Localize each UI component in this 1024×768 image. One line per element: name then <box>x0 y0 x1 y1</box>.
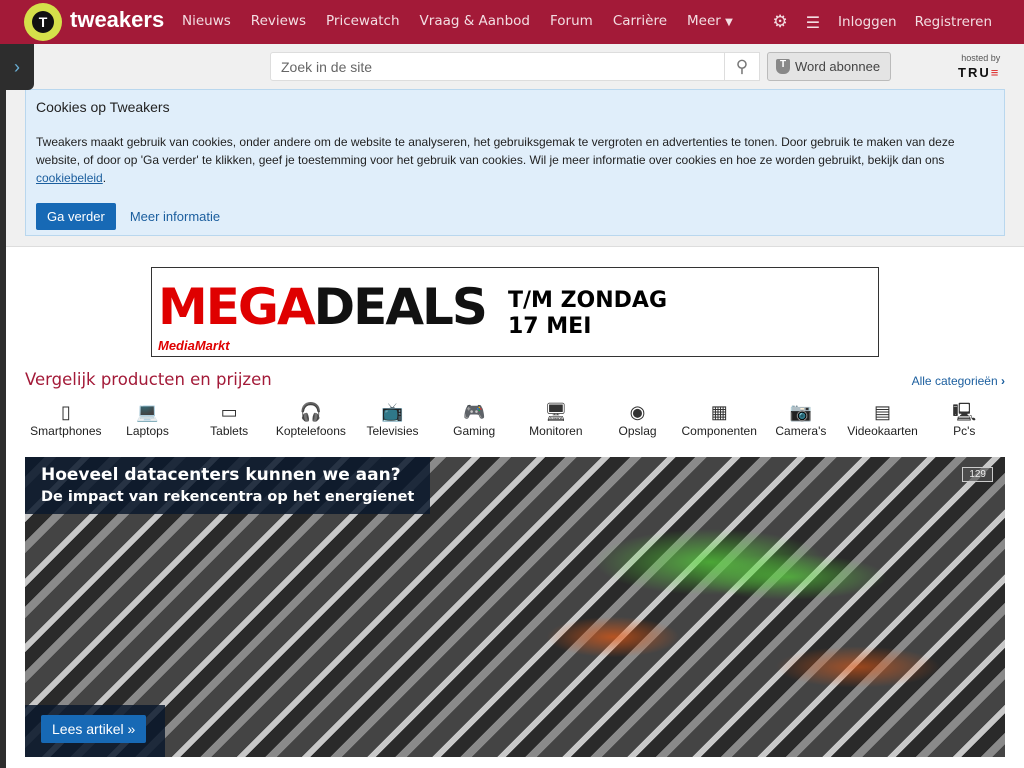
list-icon[interactable]: ☰ <box>806 13 820 32</box>
hosted-by-label: hosted by <box>961 53 1001 63</box>
category-label: Smartphones <box>30 424 102 438</box>
article-title[interactable]: Hoeveel datacenters kunnen we aan? <box>41 465 414 485</box>
comment-count-badge[interactable]: 129 <box>962 467 993 482</box>
logo-text: tweakers <box>70 7 165 32</box>
cookie-body: Tweakers maakt gebruik van cookies, onde… <box>36 135 955 167</box>
sidebar-toggle-chevron-icon[interactable]: › <box>0 44 34 90</box>
ad-line1: T/M ZONDAG <box>508 288 668 313</box>
category-icon: ▤ <box>874 402 892 422</box>
category-list: ▯ Smartphones 💻 Laptops ▭ Tablets 🎧 Koptelefoon… <box>25 400 1005 438</box>
category-label: Componenten <box>681 424 757 438</box>
mediamarkt-ad-banner[interactable]: MEGADEALS T/M ZONDAG 17 MEI MediaMarkt <box>151 267 879 357</box>
category-label: Camera's <box>775 424 827 438</box>
all-categories-link[interactable]: Alle categorieën › <box>912 374 1005 388</box>
read-box: Lees artikel » <box>25 705 165 757</box>
category-label: Opslag <box>618 424 657 438</box>
category-icon: 🖳 <box>952 402 977 422</box>
all-categories-label: Alle categorieën <box>911 374 998 388</box>
search-icon[interactable]: ⚲ <box>724 52 760 81</box>
category-label: Monitoren <box>529 424 583 438</box>
subscribe-button[interactable]: T Word abonnee <box>767 52 891 81</box>
subscribe-label: Word abonnee <box>795 59 881 74</box>
category-componenten[interactable]: ▦ Componenten <box>678 400 760 438</box>
cookie-title: Cookies op Tweakers <box>36 99 170 115</box>
compare-title: Vergelijk producten en prijzen <box>25 370 272 389</box>
category-label: Laptops <box>126 424 169 438</box>
accept-button[interactable]: Ga verder <box>36 203 116 230</box>
search-input[interactable]: Zoek in de site <box>270 52 725 81</box>
category-icon: 🖥 <box>544 402 568 422</box>
category-smartphones[interactable]: ▯ Smartphones <box>25 400 107 438</box>
category-icon: ▯ <box>60 402 71 422</box>
category-icon: 📷 <box>789 402 813 422</box>
category-label: Gaming <box>453 424 496 438</box>
chevron-down-icon: ▼ <box>725 17 733 28</box>
category-televisies[interactable]: 📺 Televisies <box>352 400 434 438</box>
category-icon: 🎮 <box>462 402 486 422</box>
nav-nieuws[interactable]: Nieuws <box>182 13 231 29</box>
category-icon: 🎧 <box>299 402 323 422</box>
category-label: Pc's <box>953 424 976 438</box>
top-navigation: T tweakers Nieuws Reviews Pricewatch Vra… <box>0 0 1024 44</box>
ad-line2: 17 MEI <box>508 314 592 339</box>
ad-mega: MEGA <box>158 278 316 336</box>
category-pcs[interactable]: 🖳 Pc's <box>923 400 1005 438</box>
category-icon: ▭ <box>220 402 238 422</box>
article-heading[interactable]: Hoeveel datacenters kunnen we aan? De im… <box>25 457 431 514</box>
category-tablets[interactable]: ▭ Tablets <box>188 400 270 438</box>
category-videokaarten[interactable]: ▤ Videokaarten <box>842 400 924 438</box>
nav-pricewatch[interactable]: Pricewatch <box>326 13 400 29</box>
category-label: Tablets <box>210 424 249 438</box>
featured-article[interactable]: Hoeveel datacenters kunnen we aan? De im… <box>25 457 1005 757</box>
cookie-banner: Cookies op Tweakers Tweakers maakt gebru… <box>25 89 1005 236</box>
read-article-button[interactable]: Lees artikel » <box>41 715 147 743</box>
cookie-policy-link[interactable]: cookiebeleid <box>36 171 103 185</box>
ad-deals: DEALS <box>313 278 488 336</box>
nav-meer-label: Meer <box>687 13 721 29</box>
settings-gear-icon[interactable]: ⚙ <box>772 12 787 32</box>
more-info-link[interactable]: Meer informatie <box>130 209 220 224</box>
cookie-text: Tweakers maakt gebruik van cookies, onde… <box>36 135 955 185</box>
register-link[interactable]: Registreren <box>915 14 992 30</box>
tweakers-shield-icon: T <box>776 59 790 74</box>
category-icon: ▦ <box>710 402 728 422</box>
category-icon: 💻 <box>136 402 159 422</box>
hosted-by[interactable]: hosted by TRU≡ <box>958 53 1000 80</box>
category-laptops[interactable]: 💻 Laptops <box>107 400 189 438</box>
category-label: Videokaarten <box>847 424 918 438</box>
category-icon: 📺 <box>381 402 404 422</box>
category-monitoren[interactable]: 🖥 Monitoren <box>515 400 597 438</box>
category-gaming[interactable]: 🎮 Gaming <box>433 400 515 438</box>
category-icon: ◉ <box>629 402 646 422</box>
nav-carriere[interactable]: Carrière <box>613 13 667 29</box>
nav-vraag-aanbod[interactable]: Vraag & Aanbod <box>420 13 530 29</box>
tweakers-logo[interactable]: T tweakers <box>24 3 164 41</box>
article-subtitle: De impact van rekencentra op het energie… <box>41 489 415 505</box>
true-logo: TRU≡ <box>958 65 1001 80</box>
logo-icon: T <box>24 3 62 41</box>
login-link[interactable]: Inloggen <box>838 14 897 30</box>
category-label: Koptelefoons <box>275 424 346 438</box>
category-opslag[interactable]: ◉ Opslag <box>597 400 679 438</box>
nav-meer[interactable]: Meer ▼ <box>687 13 733 29</box>
category-cameras[interactable]: 📷 Camera's <box>760 400 842 438</box>
category-label: Televisies <box>366 424 419 438</box>
nav-forum[interactable]: Forum <box>550 13 593 29</box>
nav-reviews[interactable]: Reviews <box>251 13 306 29</box>
mediamarkt-logo: MediaMarkt <box>158 338 230 353</box>
chevron-right-icon: › <box>1001 374 1005 388</box>
category-koptelefoons[interactable]: 🎧 Koptelefoons <box>270 400 352 438</box>
